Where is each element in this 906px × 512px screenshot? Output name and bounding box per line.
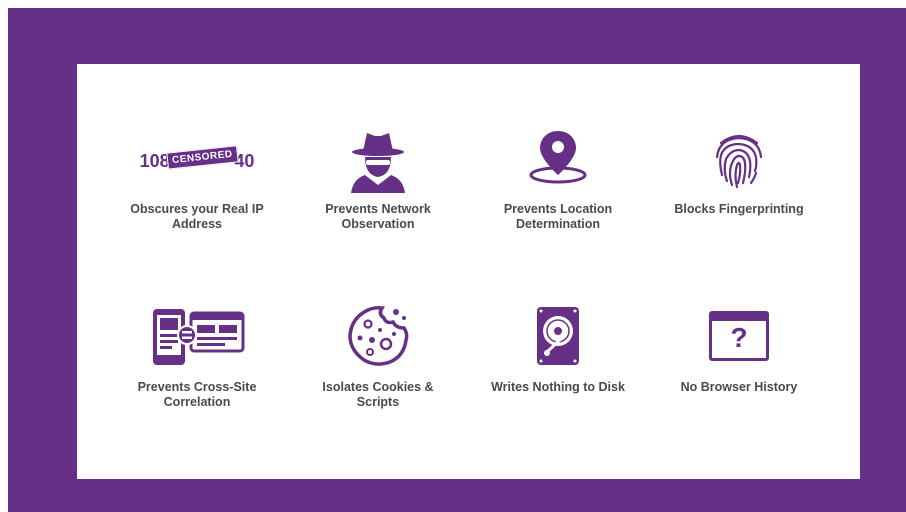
hard-disk-icon <box>537 307 579 365</box>
feature-label: Writes Nothing to Disk <box>491 380 625 394</box>
feature-label: Prevents Cross-Site Correlation <box>137 380 257 409</box>
feature-label: Isolates Cookies & Scripts <box>322 380 434 409</box>
censored-ip-icon: 108 CENSORED 40 <box>139 144 254 172</box>
feature-label: Blocks Fingerprinting <box>674 202 804 216</box>
fingerprint-icon <box>715 134 763 189</box>
censored-badge: CENSORED <box>165 144 239 170</box>
feature-label: Prevents Network Observation <box>325 202 431 231</box>
cookie-icon <box>348 306 409 366</box>
feature-label: Obscures your Real IP Address <box>130 202 264 231</box>
feature-label: Prevents Location Determination <box>503 202 613 231</box>
spy-icon <box>351 133 405 193</box>
features-panel: 108 CENSORED 40 Obscures your Real IP Ad… <box>77 64 860 479</box>
ip-prefix: 108 <box>139 150 170 171</box>
cross-site-icon <box>153 309 245 365</box>
browser-question-icon: ? <box>709 311 769 361</box>
feature-label: No Browser History <box>680 380 798 394</box>
question-mark: ? <box>730 322 748 353</box>
location-pin-icon <box>529 131 587 184</box>
page-frame: 108 CENSORED 40 Obscures your Real IP Ad… <box>8 8 906 512</box>
